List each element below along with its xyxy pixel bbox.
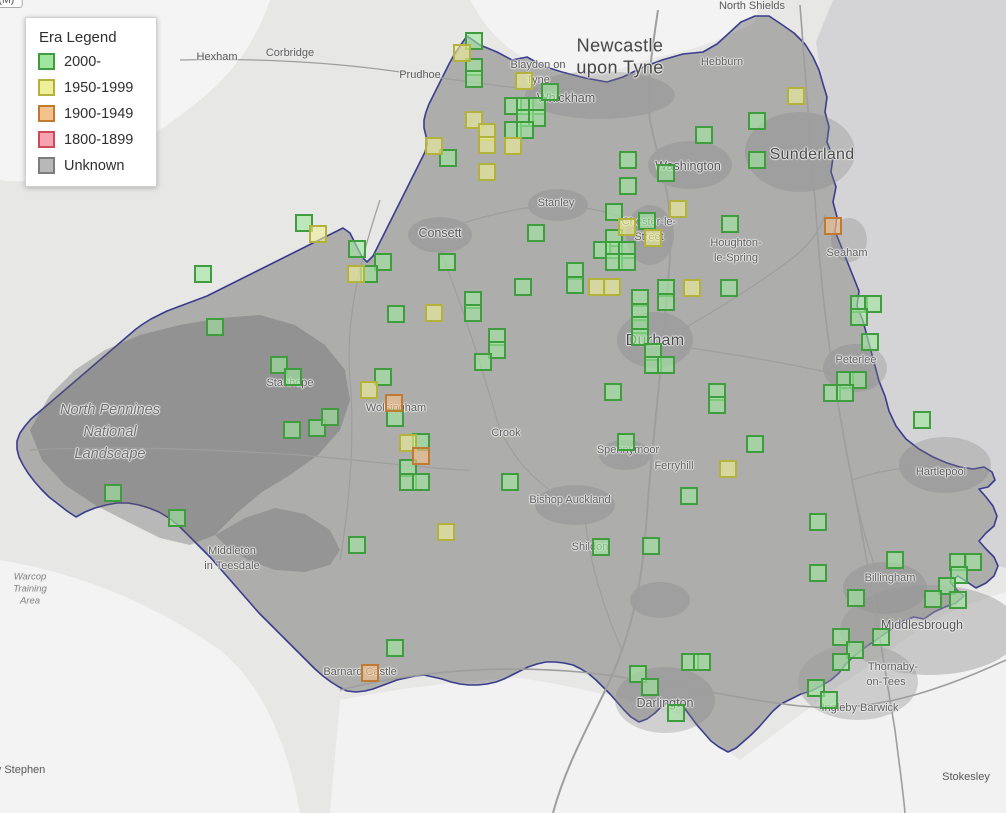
era-marker-2000[interactable] [748,151,766,169]
era-marker-1950-1999[interactable] [453,44,471,62]
era-marker-1900-1949[interactable] [824,217,842,235]
legend-item-label: 1800-1899 [64,131,134,148]
era-marker-1900-1949[interactable] [385,394,403,412]
era-marker-2000[interactable] [387,305,405,323]
era-marker-2000[interactable] [194,265,212,283]
legend-swatch [38,79,55,96]
era-marker-2000[interactable] [850,308,868,326]
era-marker-2000[interactable] [924,590,942,608]
era-marker-1950-1999[interactable] [309,225,327,243]
era-marker-1950-1999[interactable] [347,265,365,283]
era-marker-2000[interactable] [541,83,559,101]
legend-item-label: 1900-1949 [64,105,134,122]
era-marker-1950-1999[interactable] [603,278,621,296]
legend-swatch [38,105,55,122]
legend-item-1800-1899: 1800-1899 [38,131,142,148]
era-marker-2000[interactable] [104,484,122,502]
era-marker-2000[interactable] [321,408,339,426]
era-marker-1950-1999[interactable] [425,304,443,322]
era-marker-2000[interactable] [872,628,890,646]
era-marker-2000[interactable] [913,411,931,429]
era-marker-1950-1999[interactable] [618,218,636,236]
era-marker-1950-1999[interactable] [787,87,805,105]
era-marker-2000[interactable] [861,333,879,351]
era-marker-2000[interactable] [641,678,659,696]
era-marker-2000[interactable] [748,112,766,130]
era-marker-2000[interactable] [657,293,675,311]
era-marker-2000[interactable] [832,653,850,671]
era-marker-2000[interactable] [619,151,637,169]
era-marker-2000[interactable] [720,279,738,297]
era-marker-2000[interactable] [592,538,610,556]
era-marker-2000[interactable] [527,224,545,242]
era-marker-1950-1999[interactable] [360,381,378,399]
legend-item-label: Unknown [64,157,125,174]
era-marker-2000[interactable] [721,215,739,233]
era-marker-2000[interactable] [566,276,584,294]
legend-item-2000: 2000- [38,53,142,70]
era-marker-1950-1999[interactable] [504,137,522,155]
legend-item-1900-1949: 1900-1949 [38,105,142,122]
era-marker-2000[interactable] [847,589,865,607]
era-marker-1950-1999[interactable] [669,200,687,218]
era-marker-2000[interactable] [680,487,698,505]
era-marker-2000[interactable] [657,356,675,374]
era-marker-2000[interactable] [206,318,224,336]
era-marker-1950-1999[interactable] [478,136,496,154]
era-marker-2000[interactable] [617,433,635,451]
legend-items: 2000- 1950-1999 1900-1949 1800-1899 Unknown [38,53,142,174]
era-marker-1950-1999[interactable] [683,279,701,297]
map-canvas[interactable]: North Shields Newcastle upon Tyne Hexham Cor… [0,0,1006,813]
era-marker-2000[interactable] [465,70,483,88]
era-marker-2000[interactable] [657,164,675,182]
era-marker-2000[interactable] [618,253,636,271]
era-marker-2000[interactable] [809,564,827,582]
era-marker-2000[interactable] [283,421,301,439]
legend-swatch [38,53,55,70]
era-marker-1900-1949[interactable] [412,447,430,465]
legend-swatch [38,131,55,148]
era-marker-1950-1999[interactable] [478,163,496,181]
era-marker-2000[interactable] [820,691,838,709]
era-marker-2000[interactable] [638,212,656,230]
era-marker-2000[interactable] [667,704,685,722]
legend-item-label: 1950-1999 [64,79,134,96]
era-marker-2000[interactable] [708,396,726,414]
era-marker-2000[interactable] [746,435,764,453]
era-marker-2000[interactable] [642,537,660,555]
legend-item-1950-1999: 1950-1999 [38,79,142,96]
era-marker-2000[interactable] [168,509,186,527]
era-marker-1950-1999[interactable] [437,523,455,541]
era-marker-2000[interactable] [284,368,302,386]
era-marker-2000[interactable] [619,177,637,195]
legend-swatch [38,157,55,174]
era-marker-2000[interactable] [514,278,532,296]
era-marker-2000[interactable] [886,551,904,569]
era-marker-2000[interactable] [348,536,366,554]
era-marker-2000[interactable] [695,126,713,144]
era-marker-2000[interactable] [501,473,519,491]
era-marker-1950-1999[interactable] [425,137,443,155]
era-marker-2000[interactable] [474,353,492,371]
era-marker-1950-1999[interactable] [644,229,662,247]
era-marker-2000[interactable] [836,384,854,402]
era-marker-2000[interactable] [386,639,404,657]
legend-title: Era Legend [39,29,117,46]
legend-item-unknown: Unknown [38,157,142,174]
era-marker-2000[interactable] [809,513,827,531]
era-marker-1950-1999[interactable] [515,72,533,90]
era-marker-1950-1999[interactable] [719,460,737,478]
era-marker-2000[interactable] [949,591,967,609]
legend-item-label: 2000- [64,53,102,70]
era-marker-2000[interactable] [438,253,456,271]
era-marker-2000[interactable] [348,240,366,258]
era-legend: Era Legend 2000- 1950-1999 1900-1949 1800-1… [25,17,157,187]
era-marker-1900-1949[interactable] [361,664,379,682]
era-marker-2000[interactable] [604,383,622,401]
era-marker-2000[interactable] [412,473,430,491]
era-marker-2000[interactable] [464,304,482,322]
era-marker-2000[interactable] [693,653,711,671]
